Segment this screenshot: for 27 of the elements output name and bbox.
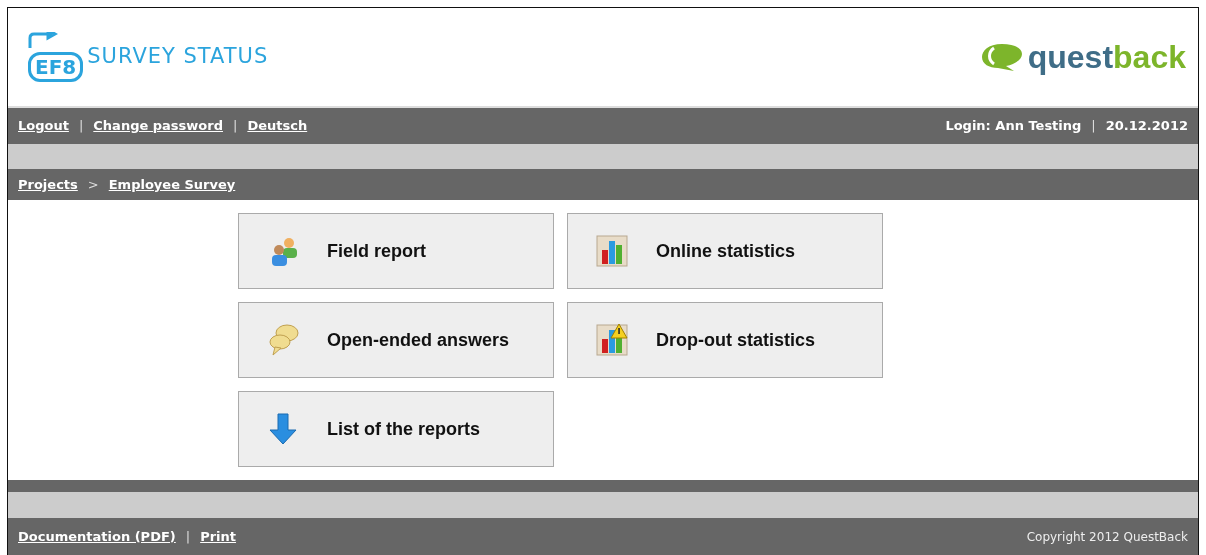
date-label: 20.12.2012 (1105, 117, 1188, 136)
separator: | (1091, 117, 1096, 136)
report-tile-button[interactable]: Drop-out statistics (567, 302, 883, 378)
brand-name: questback (1027, 41, 1186, 73)
report-tile-button[interactable]: Online statistics (567, 213, 883, 289)
speech-bubble-icon (979, 42, 1024, 72)
report-tile-button[interactable]: Open-ended answers (238, 302, 554, 378)
login-label: Login: Ann Testing (945, 117, 1082, 136)
breadcrumb-link[interactable]: Projects (18, 174, 78, 195)
report-tile-button[interactable]: Field report (238, 213, 554, 289)
logo-badge: EF8 (28, 52, 84, 82)
footer-link[interactable]: Print (200, 526, 237, 547)
copyright-text: Copyright 2012 QuestBack (1026, 528, 1188, 546)
logo-title: SURVEY STATUS (87, 43, 269, 71)
footer-link[interactable]: Documentation (PDF) (18, 526, 176, 547)
separator: | (78, 117, 84, 136)
bar-chart-icon (596, 234, 630, 268)
breadcrumb-link[interactable]: Employee Survey (108, 174, 236, 195)
nav-link[interactable]: Change password (93, 116, 223, 136)
report-tile-button[interactable]: List of the reports (238, 391, 554, 467)
nav-link[interactable]: Deutsch (247, 116, 308, 136)
separator: | (185, 527, 191, 546)
bar-chart-warning-icon (596, 323, 630, 357)
separator: | (233, 117, 238, 136)
speech-bubbles-icon (267, 323, 301, 357)
nav-link[interactable]: Logout (18, 116, 69, 136)
breadcrumb-separator: > (87, 175, 99, 194)
